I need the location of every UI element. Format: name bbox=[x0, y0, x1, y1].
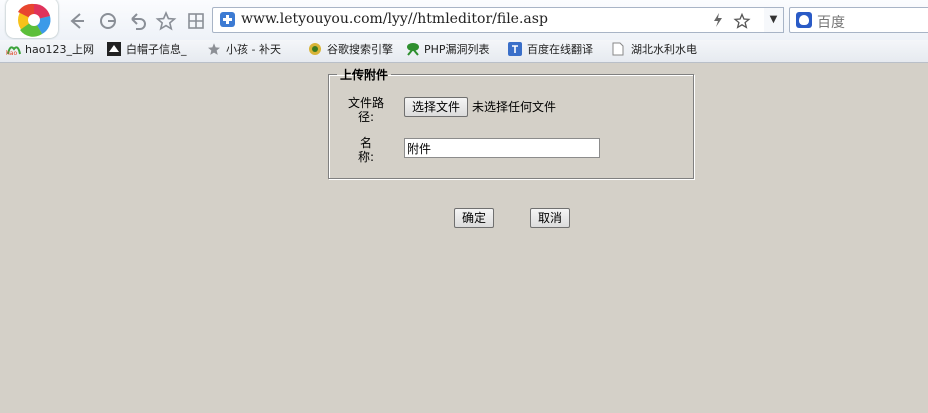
bookmark-google[interactable]: 谷歌搜索引擎 bbox=[308, 40, 396, 62]
browser-toolbar: www.letyouyou.com/lyy//htmleditor/file.a… bbox=[0, 0, 928, 40]
star-icon[interactable] bbox=[155, 10, 177, 32]
chevron-down-icon[interactable]: ▼ bbox=[764, 7, 784, 33]
security-shield-icon bbox=[220, 12, 235, 27]
search-engine-name: 百度 bbox=[817, 15, 845, 31]
cancel-button[interactable]: 取消 bbox=[530, 208, 570, 228]
lightning-icon[interactable] bbox=[711, 12, 725, 31]
name-label: 名 称: bbox=[339, 136, 393, 164]
star-outline-icon bbox=[207, 42, 221, 56]
search-box[interactable]: 百度 bbox=[789, 7, 928, 33]
file-path-label: 文件路 径: bbox=[339, 96, 393, 124]
no-file-chosen-text: 未选择任何文件 bbox=[472, 100, 557, 114]
address-bar[interactable]: www.letyouyou.com/lyy//htmleditor/file.a… bbox=[212, 7, 784, 33]
baidu-paw-icon bbox=[796, 12, 812, 28]
browser-logo-icon[interactable] bbox=[6, 0, 58, 38]
undo-close-tab-icon[interactable] bbox=[127, 10, 149, 32]
reload-icon[interactable] bbox=[97, 10, 119, 32]
bookmarks-bar: hao hao123_上网 白帽子信息_ 小孩 - 补天 谷歌搜索引擎 PHP漏… bbox=[0, 40, 928, 63]
bookmark-hao123[interactable]: hao hao123_上网 bbox=[6, 40, 98, 62]
whitehat-icon bbox=[107, 42, 121, 56]
php-icon bbox=[405, 42, 419, 56]
back-arrow-icon[interactable] bbox=[66, 10, 88, 32]
url-text[interactable]: www.letyouyou.com/lyy//htmleditor/file.a… bbox=[241, 11, 548, 27]
name-label-line1: 名 bbox=[359, 136, 372, 150]
bookmark-baidu-translate[interactable]: 百度在线翻译 bbox=[508, 40, 602, 62]
bookmark-star-icon[interactable] bbox=[733, 12, 751, 33]
name-input[interactable] bbox=[404, 138, 600, 158]
file-path-label-line2: 径: bbox=[357, 110, 375, 124]
svg-text:hao: hao bbox=[6, 50, 17, 56]
ok-button[interactable]: 确定 bbox=[454, 208, 494, 228]
fieldset-legend: 上传附件 bbox=[340, 68, 389, 82]
hao123-icon: hao bbox=[6, 42, 21, 57]
apps-grid-icon[interactable] bbox=[185, 10, 207, 32]
name-label-line2: 称: bbox=[357, 150, 375, 164]
bookmark-whitehat[interactable]: 白帽子信息_ bbox=[107, 40, 197, 62]
bookmark-butian[interactable]: 小孩 - 补天 bbox=[207, 40, 297, 62]
bookmark-php[interactable]: PHP漏洞列表 bbox=[405, 40, 497, 62]
translate-icon bbox=[508, 42, 522, 56]
file-path-label-line1: 文件路 bbox=[347, 96, 384, 110]
bookmark-hubei[interactable]: 湖北水利水电 bbox=[612, 40, 704, 62]
choose-file-button[interactable]: 选择文件 bbox=[404, 97, 468, 117]
page-icon bbox=[612, 42, 626, 56]
google-search-icon bbox=[308, 42, 322, 56]
